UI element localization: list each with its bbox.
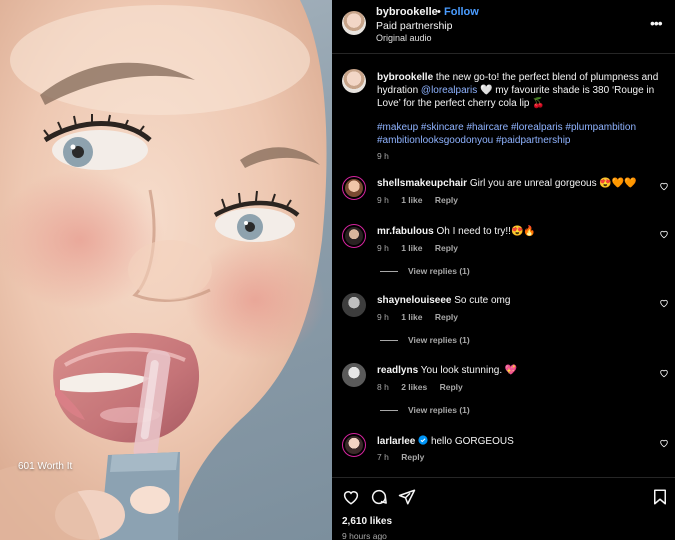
- comment-likes[interactable]: 2 likes: [401, 382, 427, 392]
- reply-button[interactable]: Reply: [435, 195, 458, 205]
- share-icon[interactable]: [398, 488, 416, 506]
- comment-meta: 9 h 1 like Reply: [377, 195, 468, 205]
- comment-likes[interactable]: 1 like: [401, 243, 422, 253]
- reply-button[interactable]: Reply: [401, 452, 424, 462]
- commenter-username[interactable]: larlarlee: [377, 436, 415, 447]
- heart-icon[interactable]: [659, 181, 669, 191]
- reply-divider: [380, 410, 398, 412]
- caption-text: bybrookelle the new go-to! the perfect b…: [377, 71, 667, 110]
- comment-text: shellsmakeupchair Girl you are unreal go…: [377, 178, 637, 189]
- caption-hashtags[interactable]: #makeup #skincare #haircare #lorealparis…: [377, 121, 667, 147]
- comment-icon[interactable]: [370, 488, 388, 506]
- commenter-avatar[interactable]: [342, 363, 366, 387]
- verified-badge-icon: [418, 435, 428, 445]
- heart-icon[interactable]: [342, 488, 360, 506]
- comment-meta: 9 h 1 like Reply: [377, 312, 468, 322]
- post-panel: bybrookelle • Follow Paid partnership Or…: [332, 0, 675, 540]
- heart-icon[interactable]: [659, 298, 669, 308]
- comment-time: 7 h: [377, 452, 389, 462]
- reply-button[interactable]: Reply: [440, 382, 463, 392]
- more-horizontal-icon[interactable]: •••: [650, 15, 663, 31]
- comment-text: mr.fabulous Oh I need to try!!😍🔥: [377, 226, 536, 237]
- reply-divider: [380, 271, 398, 273]
- bookmark-icon[interactable]: [651, 488, 669, 506]
- post-actions: 2,610 likes 9 hours ago: [332, 477, 675, 540]
- caption-username[interactable]: bybrookelle: [377, 72, 433, 83]
- comment-text: readlyns You look stunning. 💖: [377, 365, 518, 376]
- commenter-avatar[interactable]: [342, 224, 366, 248]
- commenter-avatar[interactable]: [342, 176, 366, 200]
- comment-meta: 7 h Reply: [377, 452, 434, 462]
- comment-time: 9 h: [377, 195, 389, 205]
- comment-time: 8 h: [377, 382, 389, 392]
- heart-icon[interactable]: [659, 368, 669, 378]
- reply-divider: [380, 340, 398, 342]
- commenter-avatar[interactable]: [342, 293, 366, 317]
- comment-item: readlyns You look stunning. 💖 8 h 2 like…: [332, 363, 675, 403]
- post-header: bybrookelle • Follow Paid partnership Or…: [332, 0, 675, 54]
- caption-mention[interactable]: @lorealparis: [421, 85, 477, 96]
- comment-likes[interactable]: 1 like: [401, 195, 422, 205]
- author-username[interactable]: bybrookelle: [376, 6, 438, 18]
- comment-time: 9 h: [377, 243, 389, 253]
- commenter-username[interactable]: mr.fabulous: [377, 226, 434, 237]
- commenter-username[interactable]: shellsmakeupchair: [377, 178, 467, 189]
- caption-timestamp: 9 h: [377, 151, 389, 161]
- view-replies-button[interactable]: View replies (1): [380, 335, 580, 347]
- commenter-username[interactable]: readlyns: [377, 365, 418, 376]
- separator-dot: •: [437, 6, 441, 18]
- comment-item: shaynelouiseee So cute omg 9 h 1 like Re…: [332, 293, 675, 333]
- view-replies-button[interactable]: View replies (1): [380, 266, 580, 278]
- like-count[interactable]: 2,610 likes: [342, 516, 392, 527]
- view-replies-button[interactable]: View replies (1): [380, 405, 580, 417]
- comment-text: larlarlee hello GORGEOUS: [377, 435, 514, 447]
- comment-time: 9 h: [377, 312, 389, 322]
- post-time-ago: 9 hours ago: [342, 531, 387, 540]
- comment-meta: 8 h 2 likes Reply: [377, 382, 473, 392]
- comment-item: shellsmakeupchair Girl you are unreal go…: [332, 176, 675, 216]
- media-overlay-caption: 601 Worth It: [18, 461, 73, 472]
- comment-likes[interactable]: 1 like: [401, 312, 422, 322]
- comment-item: mr.fabulous Oh I need to try!!😍🔥 9 h 1 l…: [332, 224, 675, 264]
- reply-button[interactable]: Reply: [435, 243, 458, 253]
- comment-text: shaynelouiseee So cute omg: [377, 295, 511, 306]
- comment-item: larlarlee hello GORGEOUS 7 h Reply: [332, 433, 675, 473]
- heart-icon[interactable]: [659, 438, 669, 448]
- commenter-username[interactable]: shaynelouiseee: [377, 295, 451, 306]
- reply-button[interactable]: Reply: [435, 312, 458, 322]
- heart-icon[interactable]: [659, 229, 669, 239]
- post-media[interactable]: 601 Worth It: [0, 0, 332, 540]
- commenter-avatar[interactable]: [342, 433, 366, 457]
- comment-meta: 9 h 1 like Reply: [377, 243, 468, 253]
- caption-author-avatar[interactable]: [342, 69, 366, 93]
- portrait-image: [0, 0, 327, 540]
- paid-partnership-label[interactable]: Paid partnership: [376, 20, 452, 32]
- follow-button[interactable]: Follow: [444, 6, 479, 18]
- audio-label[interactable]: Original audio: [376, 33, 432, 43]
- author-avatar[interactable]: [342, 11, 366, 35]
